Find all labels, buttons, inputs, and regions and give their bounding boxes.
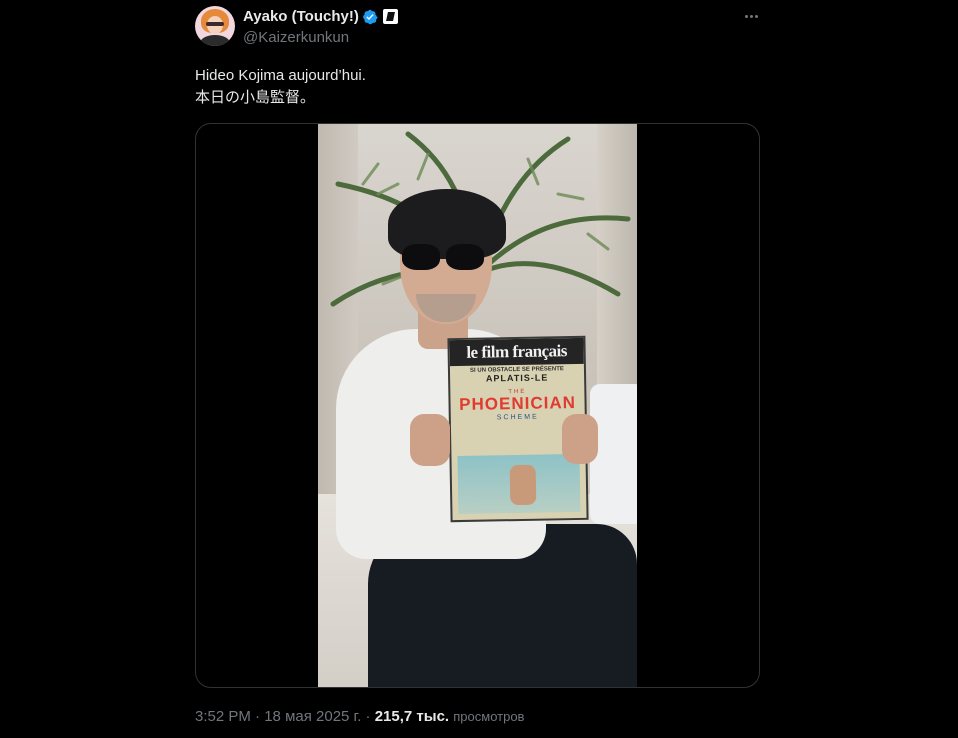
author-name[interactable]: Ayako (Touchy!)	[243, 8, 359, 25]
tweet-article[interactable]: Ayako (Touchy!) @Kaizerkunkun Hideo Koji…	[0, 0, 958, 738]
magazine-masthead: le film français	[449, 337, 584, 367]
more-options-icon[interactable]	[740, 6, 762, 26]
affiliate-badge-icon[interactable]	[383, 9, 398, 24]
tweet-text: Hideo Kojima aujourd’hui. 本日の小島監督。	[195, 65, 755, 109]
tweet-meta: 3:52 PM · 18 мая 2025 г. · 215,7 тыс. пр…	[195, 708, 524, 725]
sunglasses	[402, 244, 492, 272]
verified-badge-icon	[363, 9, 378, 25]
views-count[interactable]: 215,7 тыс.	[375, 708, 449, 725]
tweet-text-line-1: Hideo Kojima aujourd’hui.	[195, 67, 366, 84]
avatar-body	[200, 35, 230, 46]
left-hand	[410, 414, 450, 466]
tweet-text-line-2: 本日の小島監督。	[195, 89, 316, 106]
tweet-date[interactable]: 18 мая 2025 г.	[264, 708, 361, 725]
avatar[interactable]	[195, 6, 235, 46]
views-label: просмотров	[453, 709, 525, 724]
meta-separator-2: ·	[365, 708, 371, 725]
tweet-media[interactable]: le film français SI UN OBSTACLE SE PRÉSE…	[195, 123, 760, 688]
right-hand	[562, 414, 598, 464]
author-handle[interactable]: @Kaizerkunkun	[243, 29, 349, 46]
tweet-time[interactable]: 3:52 PM	[195, 708, 251, 725]
magazine-title: PHOENICIAN	[459, 392, 577, 415]
avatar-glasses	[206, 22, 224, 26]
magazine-photo	[457, 453, 581, 515]
video-player[interactable]: le film français SI UN OBSTACLE SE PRÉSE…	[318, 124, 637, 687]
meta-separator: ·	[255, 708, 261, 725]
